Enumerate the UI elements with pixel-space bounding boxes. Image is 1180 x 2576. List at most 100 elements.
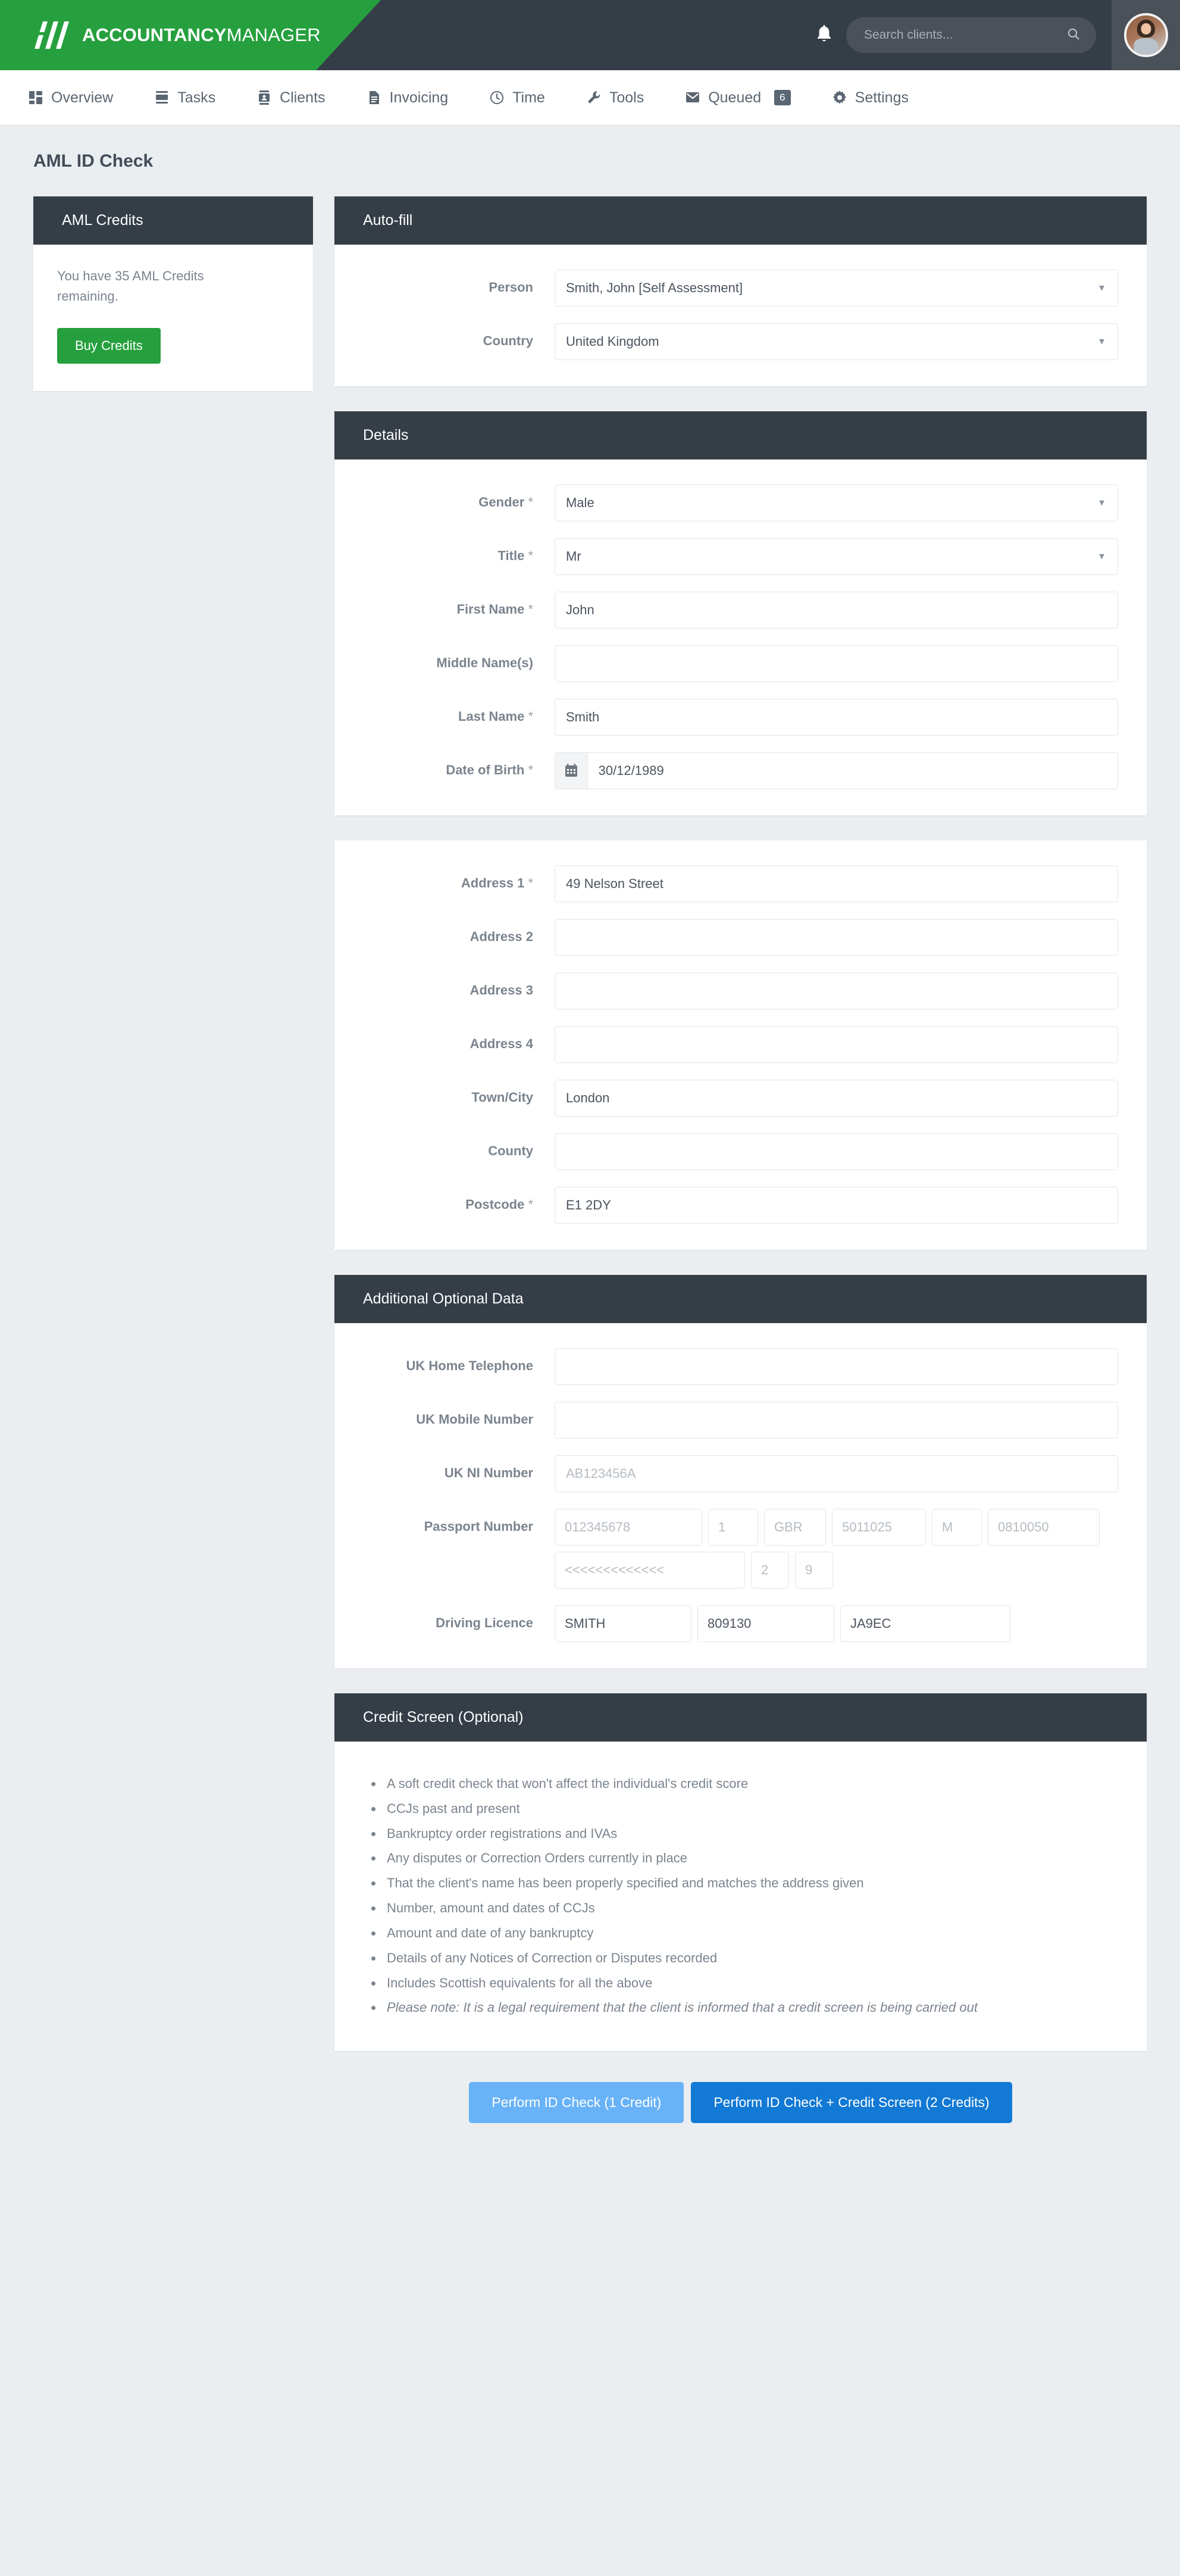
label-gender: Gender * bbox=[478, 495, 533, 509]
control-home-telephone bbox=[555, 1348, 1118, 1385]
passport-seg-5[interactable] bbox=[932, 1509, 982, 1546]
nav-label-invoicing: Invoicing bbox=[389, 89, 449, 106]
control-address-1 bbox=[555, 865, 1118, 902]
ni-number-input[interactable] bbox=[555, 1455, 1118, 1492]
driving-licence-seg-1[interactable] bbox=[555, 1605, 691, 1642]
field-row-address-1: Address 1 * bbox=[363, 865, 1118, 902]
nav-item-time[interactable]: Time bbox=[490, 89, 545, 107]
nav-item-tools[interactable]: Tools bbox=[587, 89, 644, 107]
label-date-of-birth: Date of Birth * bbox=[446, 762, 533, 777]
address-4-input[interactable] bbox=[555, 1026, 1118, 1063]
county-input[interactable] bbox=[555, 1133, 1118, 1170]
optional-data-body: UK Home Telephone UK Mobile Number UK NI… bbox=[334, 1323, 1147, 1668]
address-1-input[interactable] bbox=[555, 865, 1118, 902]
town-city-input[interactable] bbox=[555, 1080, 1118, 1117]
passport-seg-2[interactable] bbox=[708, 1509, 758, 1546]
date-of-birth-input[interactable] bbox=[587, 752, 1118, 789]
field-row-ni-number: UK NI Number bbox=[363, 1455, 1118, 1492]
label-postcode: Postcode * bbox=[465, 1197, 533, 1212]
country-select[interactable] bbox=[555, 323, 1118, 360]
field-row-last-name: Last Name * bbox=[363, 699, 1118, 736]
control-address-2 bbox=[555, 919, 1118, 956]
nav-label-tools: Tools bbox=[609, 89, 644, 106]
address-3-input[interactable] bbox=[555, 973, 1118, 1009]
search-box[interactable] bbox=[846, 17, 1096, 53]
nav-label-settings: Settings bbox=[855, 89, 909, 106]
field-row-mobile-number: UK Mobile Number bbox=[363, 1402, 1118, 1439]
search-icon[interactable] bbox=[1066, 27, 1081, 44]
user-menu[interactable] bbox=[1112, 0, 1180, 70]
field-row-title: Title * ▼ bbox=[363, 538, 1118, 575]
queued-count-badge: 6 bbox=[774, 89, 791, 106]
passport-seg-1[interactable] bbox=[555, 1509, 702, 1546]
autofill-body: Person ▼ Country ▼ bbox=[334, 245, 1147, 386]
label-title: Title * bbox=[497, 548, 533, 563]
field-row-first-name: First Name * bbox=[363, 592, 1118, 629]
middle-name-input[interactable] bbox=[555, 645, 1118, 682]
field-row-address-3: Address 3 bbox=[363, 973, 1118, 1009]
page-layout: AML Credits You have 35 AML Credits rema… bbox=[0, 171, 1180, 2159]
contact-card-icon bbox=[257, 90, 271, 105]
nav-item-queued[interactable]: Queued 6 bbox=[686, 89, 791, 107]
field-row-address-4: Address 4 bbox=[363, 1026, 1118, 1063]
nav-label-overview: Overview bbox=[51, 89, 114, 106]
page-title: AML ID Check bbox=[33, 151, 154, 171]
autofill-panel: Auto-fill Person ▼ Country ▼ bbox=[334, 196, 1147, 386]
driving-licence-seg-3[interactable] bbox=[840, 1605, 1010, 1642]
passport-seg-9[interactable] bbox=[795, 1552, 833, 1589]
field-row-county: County bbox=[363, 1133, 1118, 1170]
control-ni-number bbox=[555, 1455, 1118, 1492]
search-input[interactable] bbox=[864, 28, 1066, 42]
passport-seg-3[interactable] bbox=[764, 1509, 826, 1546]
nav-item-clients[interactable]: Clients bbox=[257, 89, 325, 107]
nav-item-invoicing[interactable]: Invoicing bbox=[367, 89, 449, 107]
list-item: Details of any Notices of Correction or … bbox=[383, 1947, 1118, 1969]
postcode-input[interactable] bbox=[555, 1187, 1118, 1224]
brand[interactable]: ACCOUNTANCYMANAGER bbox=[33, 20, 321, 50]
sidebar-column: AML Credits You have 35 AML Credits rema… bbox=[33, 196, 313, 416]
passport-row-2 bbox=[555, 1552, 1118, 1589]
label-town-city: Town/City bbox=[471, 1090, 533, 1105]
field-row-passport-number: Passport Number bbox=[363, 1509, 1118, 1589]
passport-seg-6[interactable] bbox=[988, 1509, 1100, 1546]
first-name-input[interactable] bbox=[555, 592, 1118, 629]
credit-screen-list: A soft credit check that won't affect th… bbox=[363, 1767, 1118, 2025]
label-last-name: Last Name * bbox=[458, 709, 533, 724]
control-postcode bbox=[555, 1187, 1118, 1224]
field-row-address-2: Address 2 bbox=[363, 919, 1118, 956]
title-select[interactable] bbox=[555, 538, 1118, 575]
details-body: Gender * ▼ Title * ▼ bbox=[334, 459, 1147, 815]
nav-item-overview[interactable]: Overview bbox=[29, 89, 113, 107]
control-middle-name bbox=[555, 645, 1118, 682]
last-name-input[interactable] bbox=[555, 699, 1118, 736]
control-county bbox=[555, 1133, 1118, 1170]
nav-item-tasks[interactable]: Tasks bbox=[155, 89, 215, 107]
avatar[interactable] bbox=[1123, 13, 1168, 57]
mobile-number-input[interactable] bbox=[555, 1402, 1118, 1439]
nav-label-queued: Queued bbox=[708, 89, 762, 106]
driving-licence-seg-2[interactable] bbox=[697, 1605, 834, 1642]
perform-id-check-credit-screen-button[interactable]: Perform ID Check + Credit Screen (2 Cred… bbox=[691, 2082, 1012, 2124]
person-select[interactable] bbox=[555, 270, 1118, 307]
address-2-input[interactable] bbox=[555, 919, 1118, 956]
top-bar: ACCOUNTANCYMANAGER bbox=[0, 0, 1180, 70]
list-item: Bankruptcy order registrations and IVAs bbox=[383, 1822, 1118, 1845]
passport-seg-8[interactable] bbox=[751, 1552, 789, 1589]
buy-credits-button[interactable]: Buy Credits bbox=[57, 328, 161, 364]
top-bar-right bbox=[802, 0, 1180, 70]
list-item: Number, amount and dates of CCJs bbox=[383, 1897, 1118, 1920]
passport-seg-7[interactable] bbox=[555, 1552, 745, 1589]
control-date-of-birth bbox=[555, 752, 1118, 789]
nav-item-settings[interactable]: Settings bbox=[832, 89, 909, 107]
notifications-button[interactable] bbox=[802, 0, 846, 70]
calendar-icon[interactable] bbox=[555, 752, 587, 789]
field-row-postcode: Postcode * bbox=[363, 1187, 1118, 1224]
field-row-town-city: Town/City bbox=[363, 1080, 1118, 1117]
control-passport-number bbox=[555, 1509, 1118, 1589]
gender-select[interactable] bbox=[555, 484, 1118, 521]
passport-seg-4[interactable] bbox=[832, 1509, 926, 1546]
nav-label-time: Time bbox=[512, 89, 545, 106]
bell-icon bbox=[815, 24, 833, 47]
perform-id-check-button[interactable]: Perform ID Check (1 Credit) bbox=[469, 2082, 684, 2124]
home-telephone-input[interactable] bbox=[555, 1348, 1118, 1385]
